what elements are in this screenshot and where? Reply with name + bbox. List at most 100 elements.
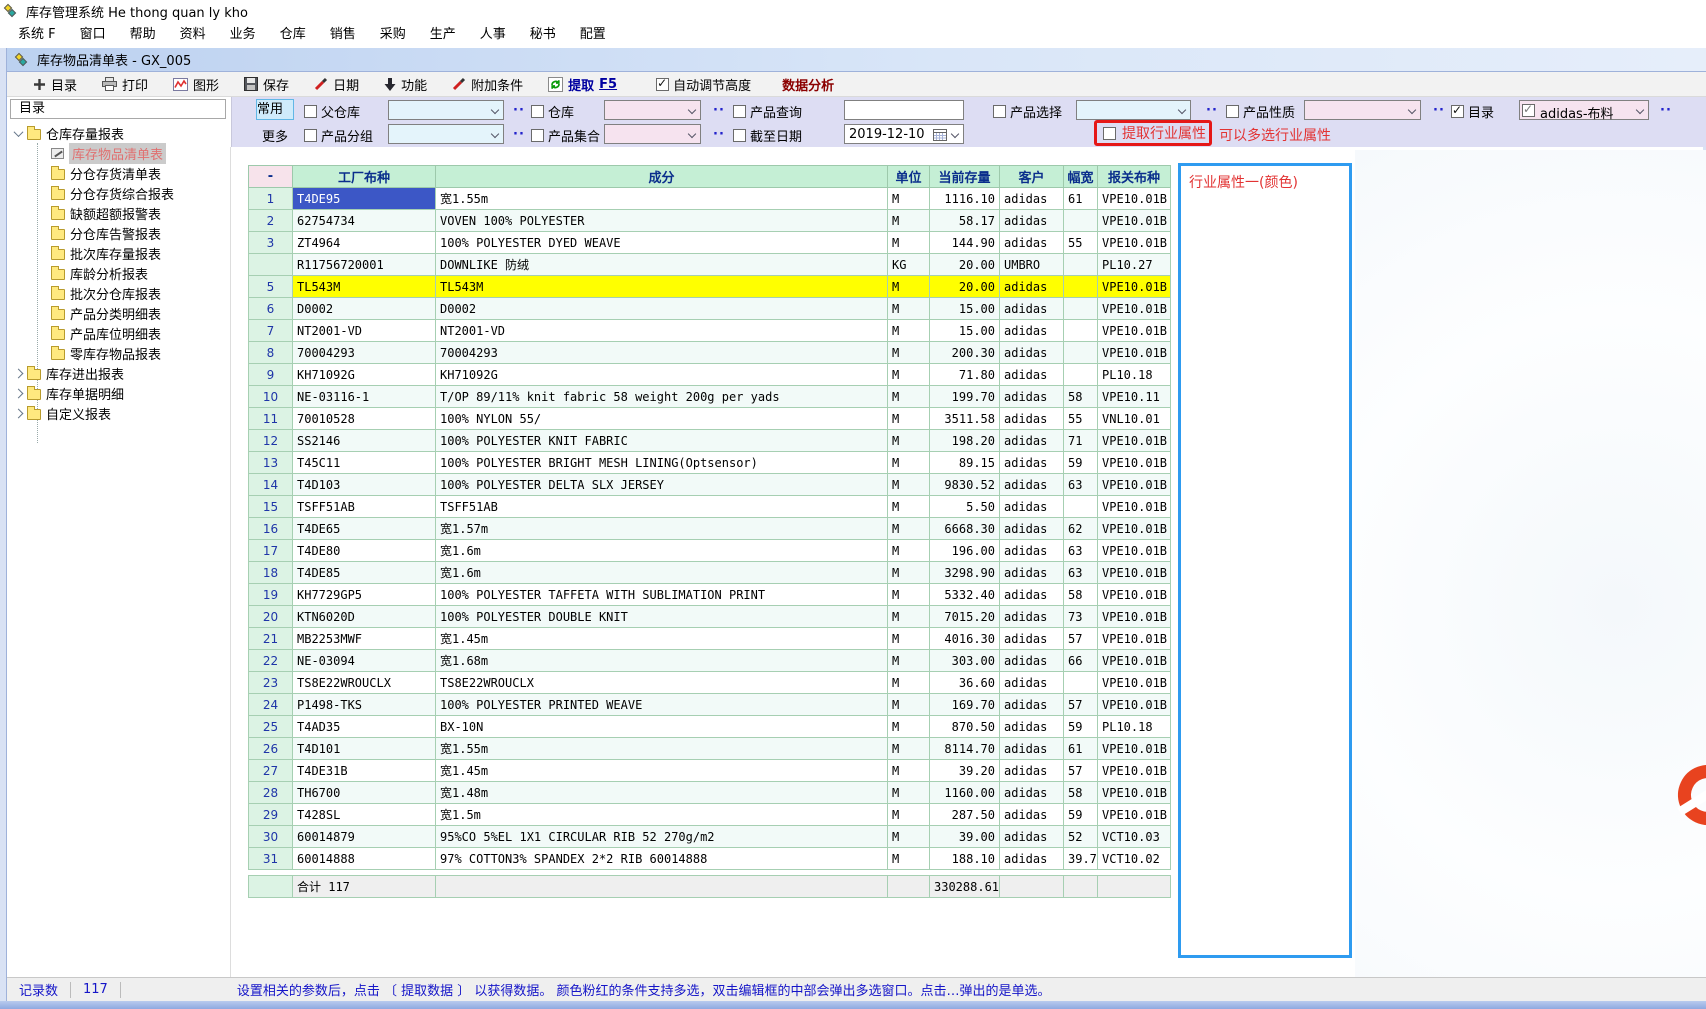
data-cell[interactable]: 198.20	[930, 430, 1000, 452]
ellipsis-button[interactable]: ··	[1660, 103, 1672, 118]
data-cell[interactable]: 宽1.48m	[436, 782, 888, 804]
data-cell[interactable]: adidas	[1000, 298, 1064, 320]
data-cell[interactable]: VPE10.01B	[1098, 452, 1171, 474]
data-cell[interactable]: 宽1.55m	[436, 738, 888, 760]
data-cell[interactable]: MB2253MWF	[293, 628, 436, 650]
data-cell[interactable]: 55	[1064, 232, 1098, 254]
data-cell[interactable]	[1064, 254, 1098, 276]
data-cell[interactable]: M	[888, 804, 930, 826]
data-cell[interactable]: VPE10.01B	[1098, 628, 1171, 650]
data-cell[interactable]: M	[888, 738, 930, 760]
ellipsis-button[interactable]: ··	[713, 103, 725, 118]
data-cell[interactable]: 宽1.57m	[436, 518, 888, 540]
tree-item[interactable]: 零库存物品报表	[7, 343, 229, 363]
ellipsis-button[interactable]: ··	[1206, 103, 1218, 118]
data-cell[interactable]: adidas	[1000, 188, 1064, 210]
data-cell[interactable]: 196.00	[930, 540, 1000, 562]
data-cell[interactable]: 63	[1064, 562, 1098, 584]
row-number-cell[interactable]	[249, 254, 293, 276]
data-cell[interactable]: 58	[1064, 584, 1098, 606]
row-number-cell[interactable]: 15	[249, 496, 293, 518]
data-cell[interactable]	[1064, 342, 1098, 364]
data-cell[interactable]: adidas	[1000, 474, 1064, 496]
data-cell[interactable]: 71.80	[930, 364, 1000, 386]
data-cell[interactable]: VPE10.01B	[1098, 606, 1171, 628]
data-cell[interactable]: TH6700	[293, 782, 436, 804]
end-date-checkbox[interactable]: 截至日期	[733, 126, 802, 145]
row-number-cell[interactable]: 22	[249, 650, 293, 672]
data-cell[interactable]: 7015.20	[930, 606, 1000, 628]
data-cell[interactable]: M	[888, 232, 930, 254]
data-cell[interactable]: M	[888, 584, 930, 606]
data-cell[interactable]: adidas	[1000, 628, 1064, 650]
data-cell[interactable]: M	[888, 606, 930, 628]
data-cell[interactable]: 100% POLYESTER PRINTED WEAVE	[436, 694, 888, 716]
data-cell[interactable]: 100% POLYESTER TAFFETA WITH SUBLIMATION …	[436, 584, 888, 606]
row-number-cell[interactable]: 24	[249, 694, 293, 716]
data-cell[interactable]: 60014888	[293, 848, 436, 870]
extract-industry-attr-checkbox[interactable]	[1103, 127, 1116, 140]
data-cell[interactable]: PL10.18	[1098, 716, 1171, 738]
row-number-cell[interactable]: 11	[249, 408, 293, 430]
data-cell[interactable]: VPE10.01B	[1098, 496, 1171, 518]
data-cell[interactable]: M	[888, 496, 930, 518]
data-cell[interactable]: 宽1.5m	[436, 804, 888, 826]
data-cell[interactable]: M	[888, 386, 930, 408]
data-cell[interactable]: 57	[1064, 760, 1098, 782]
data-cell[interactable]: KH71092G	[293, 364, 436, 386]
data-cell[interactable]: TSFF51AB	[293, 496, 436, 518]
date-button[interactable]: 日期	[314, 75, 359, 94]
parent-warehouse-select[interactable]	[388, 100, 504, 120]
data-cell[interactable]: VOVEN 100% POLYESTER	[436, 210, 888, 232]
row-number-cell[interactable]: 29	[249, 804, 293, 826]
data-cell[interactable]: adidas	[1000, 210, 1064, 232]
data-cell[interactable]: 144.90	[930, 232, 1000, 254]
tree-item-label[interactable]: 缺额超额报警表	[70, 204, 161, 223]
tree-item[interactable]: 批次分仓库报表	[7, 283, 229, 303]
data-cell[interactable]: 20.00	[930, 276, 1000, 298]
data-cell[interactable]: M	[888, 716, 930, 738]
data-cell[interactable]: 宽1.6m	[436, 540, 888, 562]
data-cell[interactable]: M	[888, 276, 930, 298]
data-cell[interactable]: SS2146	[293, 430, 436, 452]
row-number-cell[interactable]: 8	[249, 342, 293, 364]
chevron-down-icon[interactable]	[14, 127, 24, 137]
data-cell[interactable]: VCT10.02	[1098, 848, 1171, 870]
data-cell[interactable]: T/OP 89/11% knit fabric 58 weight 200g p…	[436, 386, 888, 408]
tree-item-label[interactable]: 零库存物品报表	[70, 344, 161, 363]
data-cell[interactable]: 15.00	[930, 320, 1000, 342]
data-cell[interactable]: M	[888, 210, 930, 232]
auto-height-checkbox[interactable]: ✓ 自动调节高度	[656, 75, 751, 94]
product-set-select[interactable]	[604, 124, 701, 144]
data-cell[interactable]: VPE10.01B	[1098, 672, 1171, 694]
checkbox-icon[interactable]	[733, 105, 746, 118]
data-cell[interactable]: TL543M	[436, 276, 888, 298]
data-cell[interactable]: 1160.00	[930, 782, 1000, 804]
menu-item-9[interactable]: 生产	[418, 22, 468, 48]
menu-item-3[interactable]: 帮助	[118, 22, 168, 48]
data-cell[interactable]: adidas	[1000, 804, 1064, 826]
data-cell[interactable]: 58	[1064, 386, 1098, 408]
data-cell[interactable]: 59	[1064, 452, 1098, 474]
data-cell[interactable]: VPE10.01B	[1098, 298, 1171, 320]
ellipsis-button[interactable]: ··	[713, 127, 725, 142]
row-number-cell[interactable]: 3	[249, 232, 293, 254]
data-cell[interactable]: adidas	[1000, 826, 1064, 848]
data-cell[interactable]: 39.7	[1064, 848, 1098, 870]
data-cell[interactable]: 52	[1064, 826, 1098, 848]
tree-item-label[interactable]: 分仓存货综合报表	[70, 184, 174, 203]
tree-item-label[interactable]: 产品库位明细表	[70, 324, 161, 343]
print-button[interactable]: 打印	[102, 75, 148, 94]
data-cell[interactable]: 100% POLYESTER DELTA SLX JERSEY	[436, 474, 888, 496]
data-cell[interactable]: 3298.90	[930, 562, 1000, 584]
menu-item-4[interactable]: 资料	[168, 22, 218, 48]
row-number-cell[interactable]: 14	[249, 474, 293, 496]
data-cell[interactable]: T4DE65	[293, 518, 436, 540]
data-cell[interactable]: 169.70	[930, 694, 1000, 716]
data-cell[interactable]: UMBRO	[1000, 254, 1064, 276]
data-cell[interactable]: TS8E22WROUCLX	[436, 672, 888, 694]
tree-item-label[interactable]: 自定义报表	[46, 404, 111, 423]
tree-item[interactable]: 产品分类明细表	[7, 303, 229, 323]
product-nature-select[interactable]	[1304, 100, 1421, 120]
ellipsis-button[interactable]: ··	[1433, 103, 1445, 118]
